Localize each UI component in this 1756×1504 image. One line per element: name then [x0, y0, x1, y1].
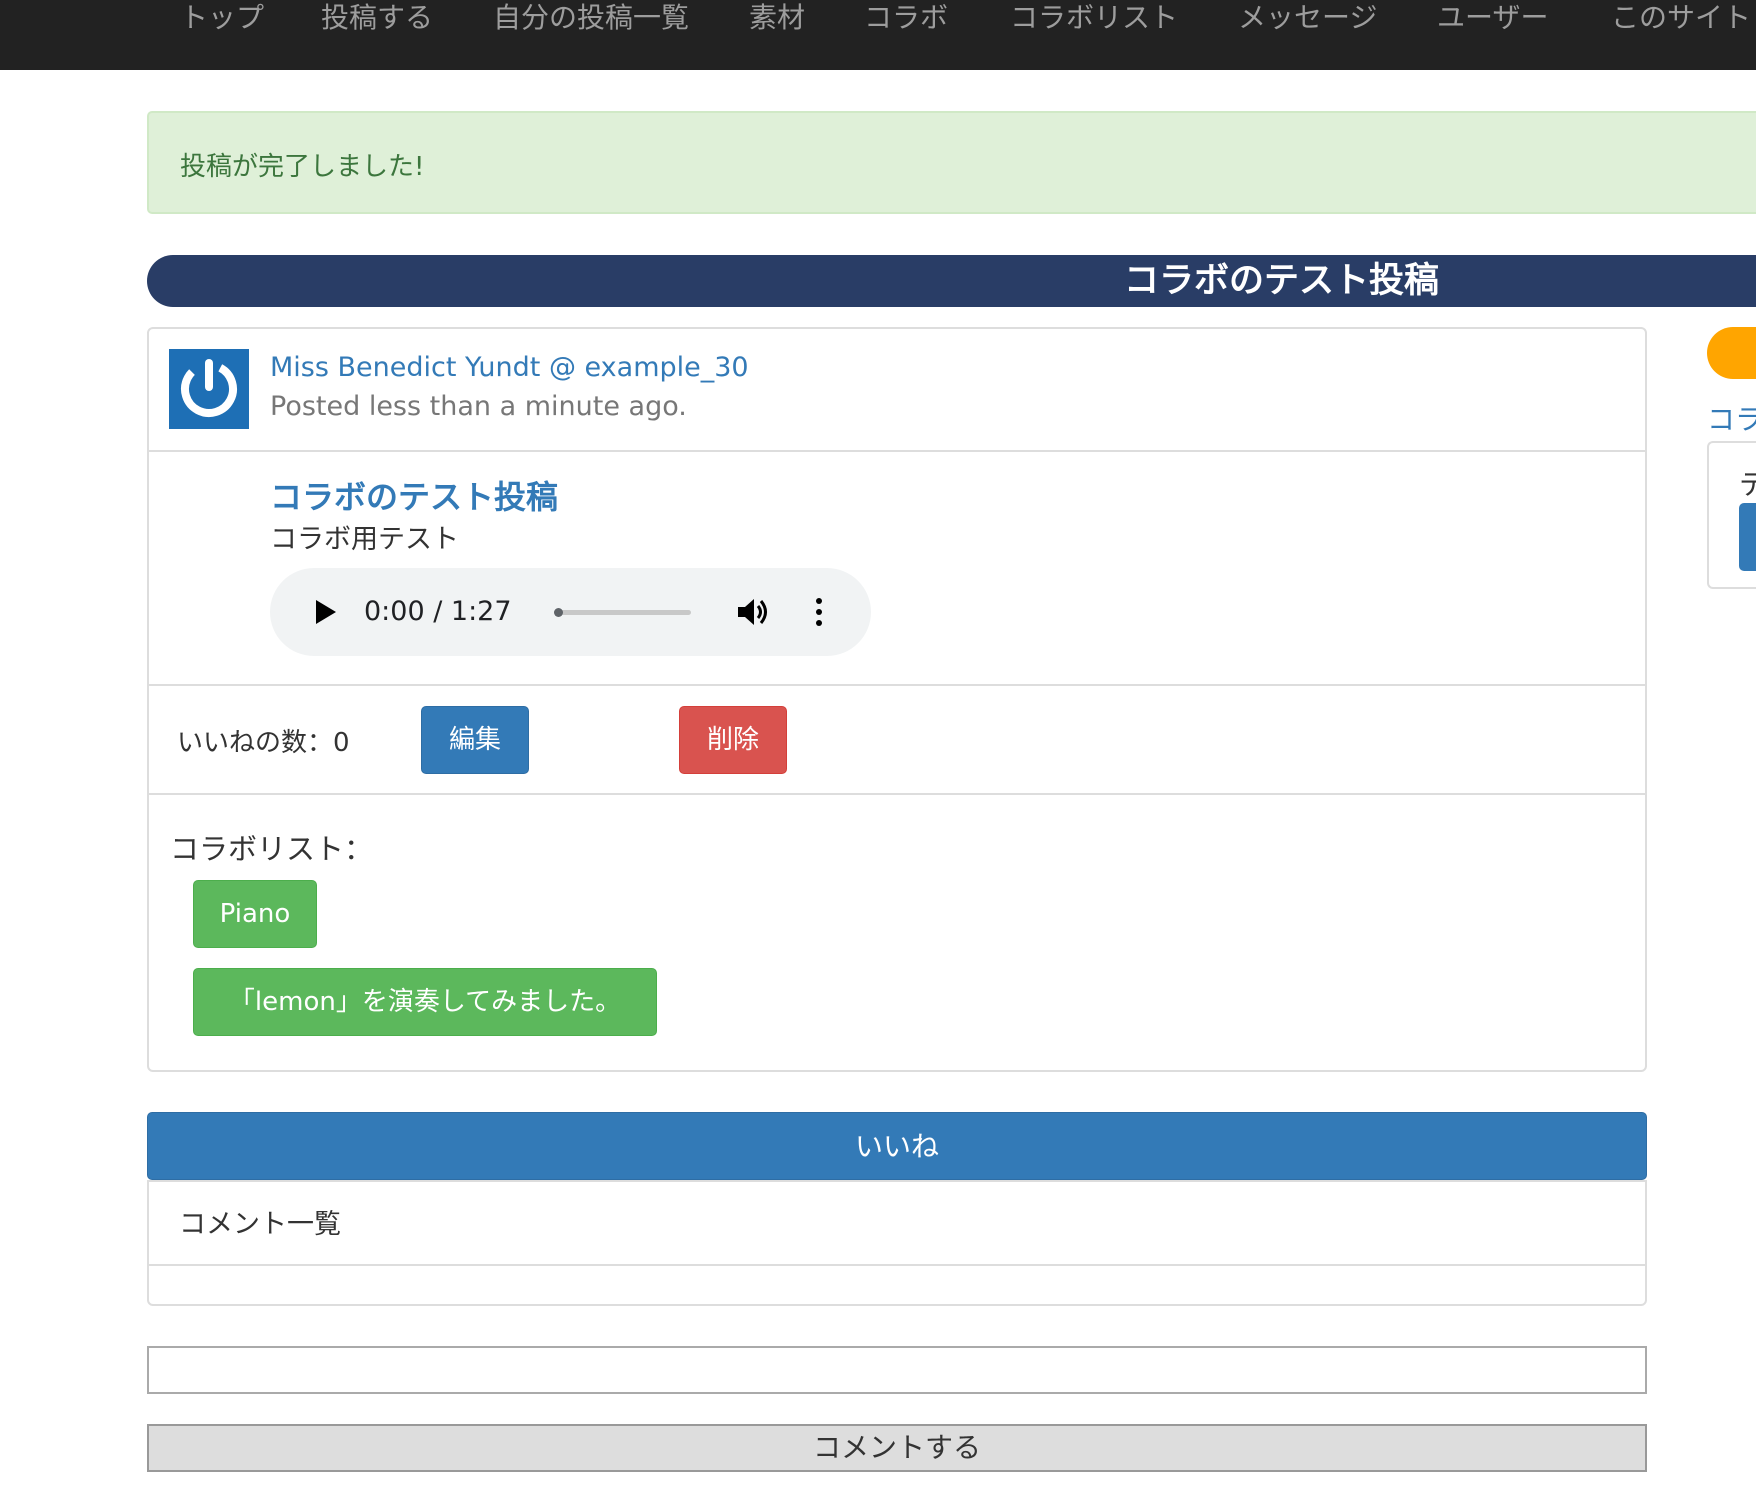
divider — [149, 1264, 1645, 1266]
sidebar-panel: テ — [1707, 441, 1756, 589]
nav-item-my-posts[interactable]: 自分の投稿一覧 — [493, 0, 689, 36]
comment-submit-button[interactable]: コメントする — [147, 1424, 1647, 1472]
nav-item-collab-list[interactable]: コラボリスト — [1010, 0, 1178, 36]
post-description: コラボ用テスト — [270, 524, 459, 555]
audio-time: 0:00 / 1:27 — [364, 596, 512, 627]
like-button[interactable]: いいね — [147, 1112, 1647, 1180]
more-options-icon[interactable] — [811, 594, 827, 630]
post-title[interactable]: コラボのテスト投稿 — [270, 472, 558, 518]
audio-progress-track[interactable] — [554, 608, 691, 617]
delete-button[interactable]: 削除 — [679, 706, 787, 774]
top-navbar: トップ 投稿する 自分の投稿一覧 素材 コラボ コラボリスト メッセージ ユーザ… — [0, 0, 1756, 70]
posted-time: Posted less than a minute ago. — [270, 391, 687, 422]
comment-input[interactable] — [147, 1346, 1647, 1394]
power-icon — [181, 359, 237, 417]
divider — [149, 450, 1645, 452]
volume-icon[interactable] — [735, 594, 771, 630]
sidebar-text: テ — [1739, 468, 1756, 501]
post-panel: Miss Benedict Yundt @ example_30 Posted … — [147, 327, 1647, 1072]
page-title-bar: コラボのテスト投稿 — [147, 255, 1756, 307]
sidebar-orange-button[interactable] — [1707, 327, 1756, 379]
collab-list-label: コラボリスト： — [170, 832, 374, 866]
divider — [149, 684, 1645, 686]
audio-player[interactable]: 0:00 / 1:27 — [270, 568, 871, 656]
collab-item-button[interactable]: 「lemon」を演奏してみました。 — [193, 968, 657, 1036]
avatar[interactable] — [169, 349, 249, 429]
nav-item-collab[interactable]: コラボ — [864, 0, 948, 36]
nav-item-messages[interactable]: メッセージ — [1238, 0, 1377, 36]
edit-button[interactable]: 編集 — [421, 706, 529, 774]
nav-item-post[interactable]: 投稿する — [321, 0, 433, 36]
author-link[interactable]: Miss Benedict Yundt @ example_30 — [270, 352, 749, 383]
page-title: コラボのテスト投稿 — [1124, 261, 1440, 301]
like-count: いいねの数：0 — [177, 728, 350, 758]
sidebar-button[interactable] — [1739, 503, 1756, 571]
nav-item-top[interactable]: トップ — [180, 0, 264, 36]
alert-message: 投稿が完了しました! — [180, 152, 425, 182]
sidebar-link[interactable]: コラ — [1707, 398, 1756, 438]
success-alert: 投稿が完了しました! — [147, 111, 1756, 214]
comments-panel: コメント一覧 — [147, 1180, 1647, 1306]
nav-item-users[interactable]: ユーザー — [1437, 0, 1548, 36]
nav-item-materials[interactable]: 素材 — [749, 0, 805, 36]
play-icon[interactable] — [308, 596, 340, 628]
comments-heading: コメント一覧 — [179, 1209, 341, 1240]
collab-item-button[interactable]: Piano — [193, 880, 317, 948]
divider — [149, 793, 1645, 795]
audio-progress-knob[interactable] — [554, 608, 563, 617]
nav-item-about[interactable]: このサイト — [1611, 0, 1751, 36]
